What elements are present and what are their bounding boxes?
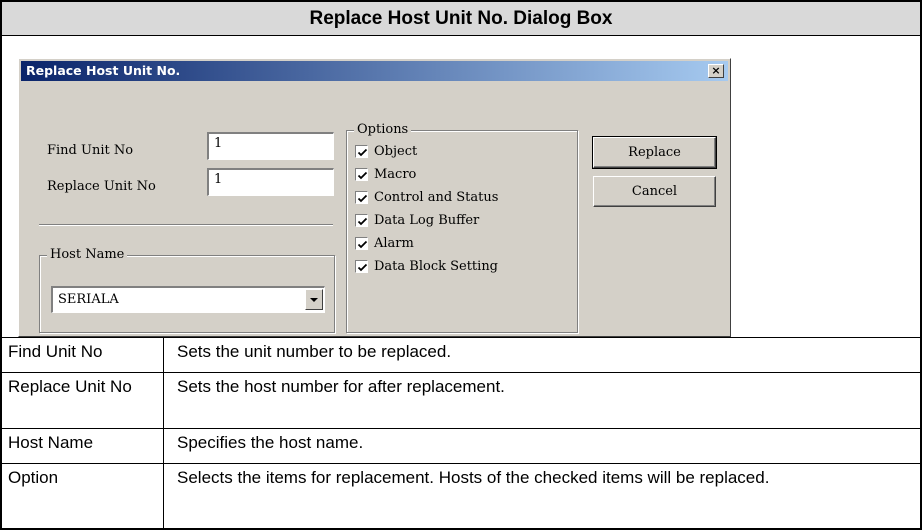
replace-unit-label: Replace Unit No [47,179,156,194]
close-icon[interactable]: × [708,64,724,78]
checkbox[interactable] [355,259,368,273]
checkbox[interactable] [355,167,368,181]
option-label: Alarm [374,235,414,251]
option-label: Macro [374,166,417,182]
dialog-title: Replace Host Unit No. [26,63,181,78]
dialog-titlebar: Replace Host Unit No. × [21,61,728,81]
row-term: Host Name [2,429,164,463]
checkmark-icon [357,217,368,225]
table-row: Host Name Specifies the host name. [2,429,920,464]
host-name-group: Host Name SERIALA [39,247,335,333]
table-row: Replace Unit No Sets the host number for… [2,373,920,429]
host-name-value: SERIALA [58,292,119,307]
checkbox[interactable] [355,190,368,204]
screenshot-cell: Replace Host Unit No. × Find Unit No 1 R… [2,36,920,338]
host-name-combo[interactable]: SERIALA [51,286,325,313]
option-label: Data Log Buffer [374,212,480,228]
checkmark-icon [357,263,368,271]
chevron-down-icon [310,298,318,302]
row-description: Specifies the host name. [177,433,364,452]
host-name-label: Host Name [47,247,128,262]
checkmark-icon [357,148,368,156]
options-label: Options [354,122,412,137]
row-term: Replace Unit No [2,373,164,428]
row-term: Find Unit No [2,338,164,372]
replace-host-unit-dialog: Replace Host Unit No. × Find Unit No 1 R… [18,58,731,337]
table-row: Option Selects the items for replacement… [2,464,920,528]
option-control-status[interactable]: Control and Status [355,187,498,207]
row-description: Sets the unit number to be replaced. [177,342,452,361]
row-term: Option [2,464,164,528]
row-description: Selects the items for replacement. Hosts… [177,468,770,487]
find-unit-label: Find Unit No [47,143,134,158]
option-data-block-setting[interactable]: Data Block Setting [355,256,498,276]
options-group: Options Object Macro Control and Status … [346,122,578,333]
dropdown-button[interactable] [305,289,323,310]
checkmark-icon [357,194,368,202]
checkbox[interactable] [355,213,368,227]
option-alarm[interactable]: Alarm [355,233,414,253]
option-object[interactable]: Object [355,141,417,161]
option-macro[interactable]: Macro [355,164,416,184]
cancel-button[interactable]: Cancel [593,176,716,207]
checkmark-icon [357,240,368,248]
checkbox[interactable] [355,144,368,158]
replace-unit-input[interactable]: 1 [207,168,334,196]
separator [39,224,333,226]
option-label: Control and Status [374,189,499,205]
option-label: Object [374,143,418,159]
row-description: Sets the host number for after replaceme… [177,377,505,396]
option-data-log-buffer[interactable]: Data Log Buffer [355,210,479,230]
table-row: Find Unit No Sets the unit number to be … [2,338,920,373]
find-unit-input[interactable]: 1 [207,132,334,160]
table-title: Replace Host Unit No. Dialog Box [2,2,920,36]
replace-button[interactable]: Replace [592,136,717,169]
document-table: Replace Host Unit No. Dialog Box Replace… [0,0,922,530]
checkmark-icon [357,171,368,179]
checkbox[interactable] [355,236,368,250]
option-label: Data Block Setting [374,258,499,274]
